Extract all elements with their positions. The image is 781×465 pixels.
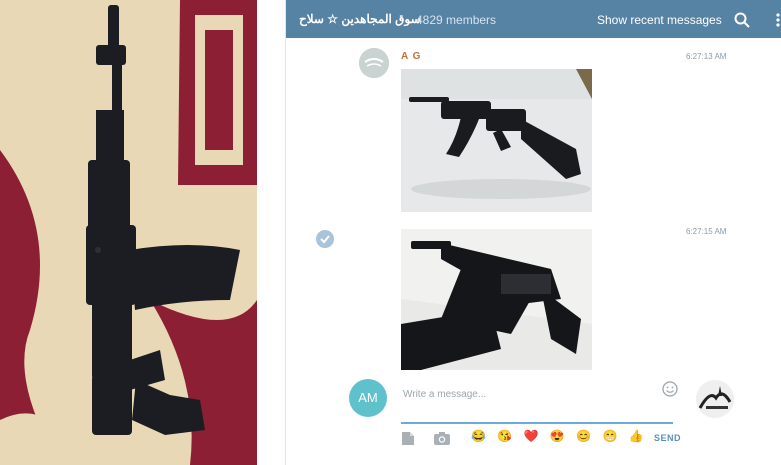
emoji-picker-icon[interactable] bbox=[662, 381, 678, 397]
emoji-quick-bar: 😂 😘 ❤️ 😍 😊 😁 👍 bbox=[471, 429, 648, 443]
chat-title[interactable]: سوق المجاهدين ☆ سلاح bbox=[299, 12, 421, 26]
more-menu-icon[interactable] bbox=[774, 12, 781, 28]
camera-icon[interactable] bbox=[434, 432, 450, 445]
channel-avatar[interactable] bbox=[696, 380, 734, 418]
emoji-heart[interactable]: ❤️ bbox=[524, 429, 543, 443]
message-timestamp: 6:27:15 AM bbox=[686, 227, 727, 236]
emoji-tears-of-joy[interactable]: 😂 bbox=[471, 429, 490, 443]
send-button[interactable]: SEND bbox=[654, 433, 681, 443]
chat-header: سوق المجاهدين ☆ سلاح 4829 members Show r… bbox=[286, 0, 781, 38]
chat-window: سوق المجاهدين ☆ سلاح 4829 members Show r… bbox=[285, 0, 781, 465]
show-recent-messages-button[interactable]: Show recent messages bbox=[597, 13, 722, 27]
sender-avatar[interactable] bbox=[359, 48, 389, 78]
rifle-closeup-photo-attachment[interactable] bbox=[401, 229, 592, 370]
user-avatar[interactable]: AM bbox=[349, 379, 387, 417]
message-author[interactable]: A G bbox=[401, 51, 421, 62]
search-icon[interactable] bbox=[734, 12, 750, 28]
message-selected-check-icon[interactable] bbox=[316, 230, 334, 248]
attach-file-icon[interactable] bbox=[401, 432, 415, 445]
message-timestamp: 6:27:13 AM bbox=[686, 52, 727, 61]
emoji-blush[interactable]: 😊 bbox=[576, 429, 595, 443]
member-count[interactable]: 4829 members bbox=[416, 13, 496, 27]
message-input[interactable] bbox=[401, 376, 673, 424]
emoji-grin[interactable]: 😁 bbox=[602, 429, 621, 443]
divider bbox=[257, 0, 285, 465]
emoji-kiss[interactable]: 😘 bbox=[497, 429, 516, 443]
emoji-heart-eyes[interactable]: 😍 bbox=[550, 429, 569, 443]
emoji-thumbs-up[interactable]: 👍 bbox=[629, 429, 648, 443]
rifle-photo-attachment[interactable] bbox=[401, 69, 592, 212]
rifle-on-rug-photo bbox=[0, 0, 257, 465]
